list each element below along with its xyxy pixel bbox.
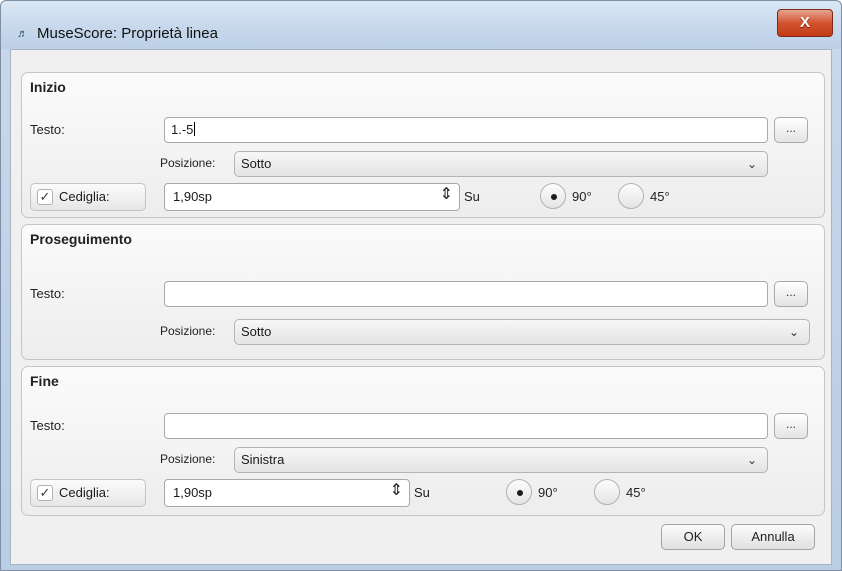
- cediglia-label-inizio: Cediglia:: [59, 189, 110, 204]
- more-icon: ...: [785, 285, 796, 299]
- cediglia-spinbox-fine[interactable]: 1,90sp ⇕: [164, 479, 410, 507]
- musescore-icon: ♬: [17, 28, 28, 40]
- label-su-fine: Su: [414, 485, 430, 500]
- chevron-down-icon: ⌄: [746, 453, 757, 467]
- testo-input-inizio[interactable]: 1.-5: [164, 117, 768, 143]
- radio-90-fine[interactable]: [506, 479, 532, 505]
- posizione-value-proseguimento: Sotto: [241, 324, 272, 339]
- check-icon: ✓: [37, 189, 53, 205]
- label-90-fine: 90°: [538, 485, 558, 500]
- label-testo-proseguimento: Testo:: [30, 286, 65, 301]
- posizione-select-proseguimento[interactable]: Sotto ⌄: [234, 319, 810, 345]
- text-caret: [194, 122, 196, 136]
- ok-button[interactable]: OK: [661, 524, 725, 550]
- cediglia-checkbox-inizio[interactable]: ✓ Cediglia:: [30, 183, 146, 211]
- more-icon: ...: [785, 121, 796, 135]
- check-icon: ✓: [37, 485, 53, 501]
- label-posizione-inizio: Posizione:: [160, 156, 216, 170]
- label-testo-inizio: Testo:: [30, 122, 65, 137]
- chevron-down-icon: ⌄: [788, 325, 799, 339]
- group-title-fine: Fine: [30, 373, 59, 389]
- close-icon: X: [799, 14, 810, 31]
- chevron-down-icon: ⌄: [746, 157, 757, 171]
- radio-45-fine[interactable]: [594, 479, 620, 505]
- testo-proseguimento-more-button[interactable]: ...: [774, 281, 808, 307]
- title-bar[interactable]: ♬ MuseScore: Proprietà linea X: [1, 1, 841, 49]
- testo-fine-more-button[interactable]: ...: [774, 413, 808, 439]
- posizione-select-inizio[interactable]: Sotto ⌄: [234, 151, 768, 177]
- group-fine: Fine Testo: ... Posizione: Sinistra ⌄ ✓ …: [21, 366, 825, 516]
- testo-input-fine[interactable]: [164, 413, 768, 439]
- cediglia-value-fine: 1,90sp: [173, 485, 213, 500]
- more-icon: ...: [785, 417, 796, 431]
- posizione-value-fine: Sinistra: [241, 452, 285, 467]
- label-posizione-proseguimento: Posizione:: [160, 324, 216, 338]
- label-45-fine: 45°: [626, 485, 646, 500]
- label-testo-fine: Testo:: [30, 418, 65, 433]
- testo-input-inizio-value: 1.-5: [171, 122, 194, 137]
- spin-updown-icon[interactable]: ⇕: [440, 186, 453, 204]
- testo-inizio-more-button[interactable]: ...: [774, 117, 808, 143]
- dialog-window: ♬ MuseScore: Proprietà linea X Inizio Te…: [0, 0, 842, 571]
- posizione-select-fine[interactable]: Sinistra ⌄: [234, 447, 768, 473]
- group-inizio: Inizio Testo: 1.-5 ... Posizione: Sotto …: [21, 72, 825, 218]
- label-45-inizio: 45°: [650, 189, 670, 204]
- cediglia-value-inizio: 1,90sp: [173, 189, 213, 204]
- group-title-proseguimento: Proseguimento: [30, 231, 132, 247]
- radio-45-inizio[interactable]: [618, 183, 644, 209]
- window-title: MuseScore: Proprietà linea: [37, 25, 218, 42]
- cediglia-checkbox-fine[interactable]: ✓ Cediglia:: [30, 479, 146, 507]
- spin-updown-icon[interactable]: ⇕: [390, 482, 403, 500]
- cediglia-spinbox-inizio[interactable]: 1,90sp ⇕: [164, 183, 460, 211]
- group-proseguimento: Proseguimento Testo: ... Posizione: Sott…: [21, 224, 825, 360]
- testo-input-proseguimento[interactable]: [164, 281, 768, 307]
- label-posizione-fine: Posizione:: [160, 452, 216, 466]
- label-su-inizio: Su: [464, 189, 480, 204]
- close-button[interactable]: X: [777, 9, 833, 37]
- cancel-button[interactable]: Annulla: [731, 524, 815, 550]
- posizione-value-inizio: Sotto: [241, 156, 272, 171]
- dialog-content: Inizio Testo: 1.-5 ... Posizione: Sotto …: [10, 49, 832, 565]
- radio-90-inizio[interactable]: [540, 183, 566, 209]
- cediglia-label-fine: Cediglia:: [59, 485, 110, 500]
- label-90-inizio: 90°: [572, 189, 592, 204]
- group-title-inizio: Inizio: [30, 79, 66, 95]
